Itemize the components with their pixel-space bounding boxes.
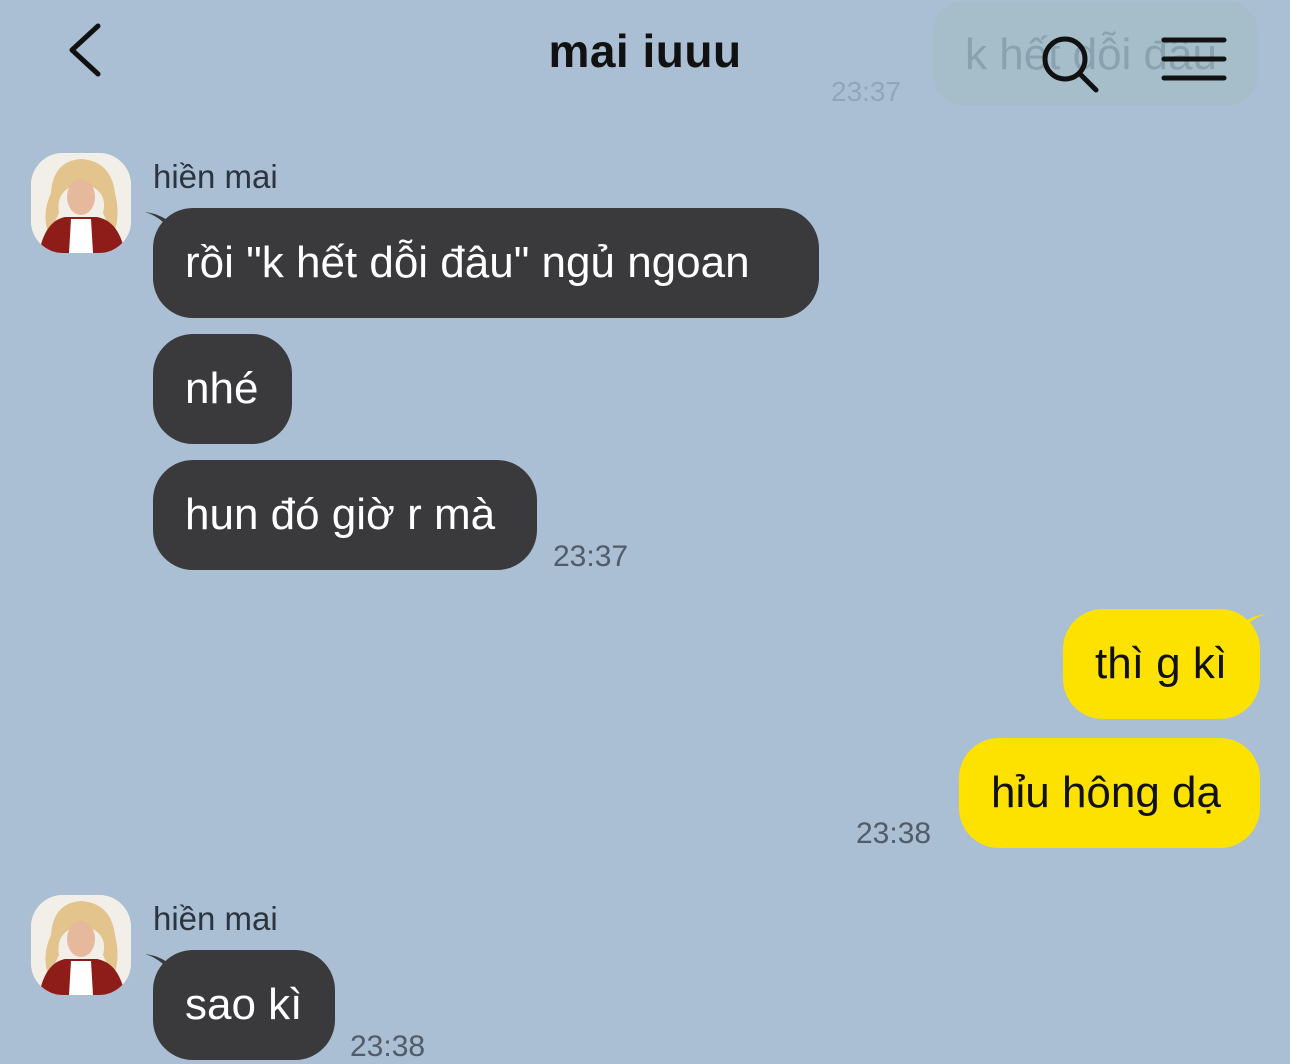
avatar[interactable] bbox=[31, 895, 131, 995]
chat-title: mai iuuu bbox=[548, 25, 742, 77]
hamburger-menu-icon[interactable] bbox=[1160, 34, 1228, 84]
message-time: 23:38 bbox=[350, 1030, 426, 1063]
message-bubble[interactable]: sao kì bbox=[153, 950, 335, 1060]
message-bubble[interactable]: nhé bbox=[153, 334, 292, 444]
sender-name: hiền mai bbox=[153, 158, 278, 195]
back-icon[interactable] bbox=[60, 20, 120, 80]
message-bubble[interactable]: rồi "k hết dỗi đâu" ngủ ngoan bbox=[153, 208, 819, 318]
avatar[interactable] bbox=[31, 153, 131, 253]
ghost-message-time: 23:37 bbox=[831, 76, 902, 107]
message-time: 23:37 bbox=[553, 540, 629, 573]
message-time: 23:38 bbox=[856, 817, 932, 850]
sender-name: hiền mai bbox=[153, 900, 278, 937]
message-bubble[interactable]: hỉu hông dạ bbox=[959, 738, 1260, 848]
search-icon[interactable] bbox=[1038, 32, 1102, 96]
message-bubble[interactable]: thì g kì bbox=[1063, 609, 1260, 719]
message-bubble[interactable]: hun đó giờ r mà bbox=[153, 460, 537, 570]
